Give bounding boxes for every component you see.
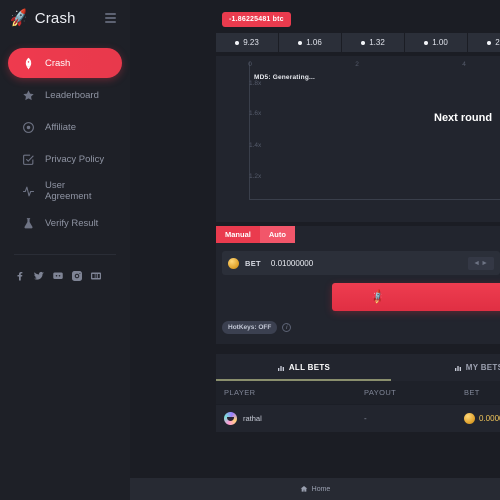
bet-inputs-row: BET 0.01000000 ◄► P	[216, 251, 500, 275]
tab-all-bets[interactable]: ALL BETS	[216, 354, 391, 381]
info-icon[interactable]: i	[282, 323, 292, 332]
bet-panel: Manual Auto BET 0.01000000 ◄► P	[216, 226, 500, 344]
bet-input-label: BET	[245, 258, 261, 268]
sidebar-item-affiliate[interactable]: Affiliate	[8, 112, 122, 142]
tab-label: ALL BETS	[288, 363, 331, 372]
history-chip-value: 1.00	[432, 38, 448, 47]
target-icon	[22, 121, 35, 134]
tab-auto[interactable]: Auto	[259, 226, 295, 243]
chart-bar-icon	[277, 365, 284, 371]
flask-icon	[22, 217, 35, 230]
sidebar-item-label: Verify Result	[45, 217, 99, 229]
column-header-bet: BET	[464, 388, 480, 397]
tab-label: MY BETS	[465, 363, 500, 372]
twitter-icon[interactable]	[32, 269, 45, 282]
sidebar-item-privacy-policy[interactable]: Privacy Policy	[8, 144, 122, 174]
bets-table: PLAYER PAYOUT BET rathal - 0.0000045	[216, 381, 500, 432]
rocket-icon: 🚀	[8, 8, 31, 28]
hotkeys-row: HotKeys: OFF i	[216, 321, 500, 334]
chart-x-axis	[249, 199, 500, 200]
stepper-icon[interactable]: ◄►	[468, 256, 494, 270]
chip-dot-icon	[235, 40, 240, 45]
rocket-icon	[22, 57, 35, 70]
chart-status-text: Next round	[434, 112, 493, 124]
bottom-nav-home[interactable]: Home	[312, 486, 331, 493]
coin-icon	[464, 413, 475, 424]
sidebar-item-label: Crash	[45, 57, 71, 69]
star-icon	[22, 89, 35, 102]
crash-chart: MD5: Generating... Next round 1.8x 1.6x …	[216, 56, 500, 222]
chart-bar-icon	[454, 365, 461, 371]
bet-amount: 0.0000045	[479, 414, 500, 423]
md5-label: MD5: Generating...	[254, 74, 316, 81]
chart-x-tick: 0	[248, 61, 252, 68]
history-chip[interactable]: 1.32	[342, 33, 404, 52]
bet-button[interactable]: 🚀 BET	[332, 283, 500, 311]
history-chip[interactable]: 2.08	[468, 33, 500, 52]
avatar-icon	[224, 412, 237, 425]
bet-button-row: 🚀 BET	[216, 283, 500, 311]
medium-icon[interactable]	[89, 269, 102, 282]
app-root: 🚀 Crash Crash Leaderboard Affiliate Priv…	[0, 0, 500, 500]
sidebar-item-leaderboard[interactable]: Leaderboard	[8, 80, 122, 110]
tab-my-bets[interactable]: MY BETS	[391, 354, 500, 381]
activity-icon	[22, 185, 35, 198]
profit-badge-row: -1.86225481 btc	[216, 0, 500, 27]
social-links	[0, 255, 130, 282]
column-header-payout: PAYOUT	[364, 388, 397, 397]
profit-badge: -1.86225481 btc	[222, 12, 291, 27]
hamburger-icon[interactable]	[101, 9, 120, 27]
chip-dot-icon	[424, 40, 429, 45]
sidebar-item-label: Privacy Policy	[45, 153, 105, 165]
brand-header: 🚀 Crash	[0, 0, 130, 36]
bottom-nav-bar: Home	[130, 478, 500, 500]
sidebar-item-verify-result[interactable]: Verify Result	[8, 208, 122, 238]
sidebar-item-label: Affiliate	[45, 121, 76, 133]
history-chip-value: 1.06	[306, 38, 322, 47]
instagram-icon[interactable]	[70, 269, 83, 282]
check-square-icon	[22, 153, 35, 166]
history-chip-value: 2.08	[495, 38, 500, 47]
home-icon	[300, 486, 307, 492]
hotkeys-toggle[interactable]: HotKeys: OFF	[222, 321, 278, 334]
sidebar-item-crash[interactable]: Crash	[8, 48, 122, 78]
history-chips: 9.23 1.06 1.32 1.00 2.08	[216, 33, 500, 52]
cell-payout: -	[364, 414, 367, 423]
chart-x-tick: 2	[355, 61, 359, 68]
brand-title: Crash	[34, 9, 76, 27]
bets-tabs: ALL BETS MY BETS	[216, 354, 500, 381]
sidebar-nav: Crash Leaderboard Affiliate Privacy Poli…	[0, 48, 130, 240]
main-content: -1.86225481 btc 9.23 1.06 1.32 1.00 2 MD…	[130, 0, 500, 500]
rocket-icon: 🚀	[369, 288, 387, 306]
column-header-player: PLAYER	[224, 388, 256, 397]
sidebar-item-label: Leaderboard	[45, 89, 99, 101]
history-chip-value: 1.32	[369, 38, 385, 47]
chip-dot-icon	[361, 40, 366, 45]
tab-manual[interactable]: Manual	[216, 226, 260, 243]
sidebar-item-label: User Agreement	[45, 180, 92, 202]
table-header: PLAYER PAYOUT BET	[216, 381, 500, 404]
bet-amount-input[interactable]: BET 0.01000000 ◄►	[222, 251, 500, 275]
history-chip-value: 9.23	[243, 38, 259, 47]
history-chip[interactable]: 1.00	[405, 33, 467, 52]
table-row[interactable]: rathal - 0.0000045	[216, 404, 500, 432]
history-chip[interactable]: 1.06	[279, 33, 341, 52]
bet-mode-tabs: Manual Auto	[216, 226, 500, 243]
history-chip[interactable]: 9.23	[216, 33, 278, 52]
game-column: -1.86225481 btc 9.23 1.06 1.32 1.00 2 MD…	[216, 0, 500, 432]
discord-icon[interactable]	[51, 269, 64, 282]
chip-dot-icon	[487, 40, 492, 45]
facebook-icon[interactable]	[13, 269, 26, 282]
coin-icon	[228, 257, 239, 269]
chip-dot-icon	[298, 40, 303, 45]
sidebar-item-user-agreement[interactable]: User Agreement	[8, 176, 122, 206]
sidebar: 🚀 Crash Crash Leaderboard Affiliate Priv…	[0, 0, 130, 500]
cell-bet: 0.0000045	[464, 413, 500, 424]
bet-input-value: 0.01000000	[270, 258, 314, 268]
chart-x-tick: 4	[462, 61, 466, 68]
player-name: rathal	[243, 414, 262, 423]
cell-player: rathal	[224, 412, 364, 425]
